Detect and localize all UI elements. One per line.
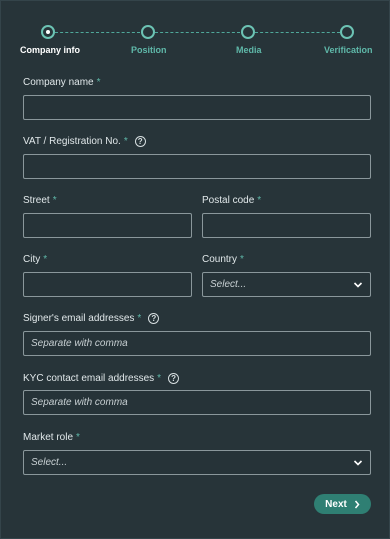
- company-name-input[interactable]: [23, 95, 371, 120]
- required-marker: *: [240, 254, 244, 265]
- company-name-label: Company name *: [23, 77, 101, 88]
- help-icon[interactable]: ?: [134, 136, 146, 147]
- company-name-label-text: Company name: [23, 77, 94, 88]
- step-connector: [255, 32, 340, 33]
- form-panel: Company info Position Media Verification…: [0, 0, 390, 539]
- signer-emails-label: Signer's email addresses * ?: [23, 313, 160, 324]
- next-button[interactable]: Next: [314, 494, 371, 514]
- stepper: Company info Position Media Verification: [1, 1, 390, 61]
- street-label-text: Street: [23, 195, 50, 206]
- signer-emails-placeholder: Separate with comma: [31, 338, 128, 349]
- help-icon[interactable]: ?: [148, 313, 160, 324]
- street-input[interactable]: [23, 213, 192, 238]
- market-role-selected-value: Select...: [31, 457, 68, 468]
- required-marker: *: [157, 373, 162, 384]
- required-marker: *: [96, 77, 101, 88]
- postal-code-label-text: Postal code: [202, 195, 255, 206]
- market-role-select[interactable]: Select...: [23, 450, 371, 475]
- required-marker: *: [123, 136, 128, 147]
- postal-code-input[interactable]: [202, 213, 371, 238]
- next-button-label: Next: [325, 498, 347, 510]
- required-marker: *: [257, 195, 262, 206]
- step-label-media[interactable]: Media: [236, 45, 262, 55]
- required-marker: *: [52, 195, 57, 206]
- postal-code-label: Postal code *: [202, 195, 261, 206]
- signer-emails-label-text: Signer's email addresses: [23, 313, 135, 324]
- country-label-text: Country: [202, 254, 238, 265]
- required-marker: *: [43, 254, 48, 265]
- required-marker: *: [137, 313, 142, 324]
- step-indicator-media[interactable]: [241, 25, 255, 39]
- city-label: City *: [23, 254, 47, 265]
- city-label-text: City: [23, 254, 41, 265]
- step-label-company-info[interactable]: Company info: [20, 45, 80, 55]
- kyc-emails-input[interactable]: Separate with comma: [23, 390, 371, 415]
- step-label-position[interactable]: Position: [131, 45, 167, 55]
- chevron-down-icon: [353, 460, 363, 466]
- step-connector: [55, 32, 140, 33]
- chevron-right-icon: [354, 500, 360, 508]
- kyc-emails-placeholder: Separate with comma: [31, 397, 128, 408]
- step-indicator-verification[interactable]: [340, 25, 354, 39]
- country-label: Country *: [202, 254, 244, 265]
- vat-input[interactable]: [23, 154, 371, 179]
- chevron-down-icon: [353, 282, 363, 288]
- vat-label: VAT / Registration No. * ?: [23, 136, 146, 147]
- country-selected-value: Select...: [210, 279, 247, 290]
- market-role-label: Market role *: [23, 432, 80, 443]
- step-connector: [155, 32, 240, 33]
- required-marker: *: [76, 432, 80, 443]
- market-role-label-text: Market role: [23, 432, 74, 443]
- country-select[interactable]: Select...: [202, 272, 371, 297]
- step-indicator-company-info[interactable]: [41, 25, 55, 39]
- signer-emails-input[interactable]: Separate with comma: [23, 331, 371, 356]
- step-indicator-position[interactable]: [141, 25, 155, 39]
- kyc-emails-label-text: KYC contact email addresses: [23, 373, 155, 384]
- street-label: Street *: [23, 195, 57, 206]
- kyc-emails-label: KYC contact email addresses * ?: [23, 373, 180, 384]
- city-input[interactable]: [23, 272, 192, 297]
- help-icon[interactable]: ?: [168, 373, 180, 384]
- vat-label-text: VAT / Registration No.: [23, 136, 121, 147]
- step-label-verification[interactable]: Verification: [324, 45, 373, 55]
